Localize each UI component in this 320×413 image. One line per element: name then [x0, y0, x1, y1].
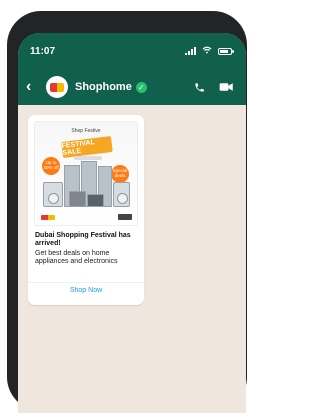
message-divider [28, 282, 144, 283]
message-bubble[interactable]: Shop Festive FESTIVAL SALE Up to 40% off… [28, 115, 144, 305]
chat-title[interactable]: Shophome [75, 81, 132, 93]
status-icons [185, 46, 234, 57]
left-offer-badge: Up to 40% off [42, 157, 60, 175]
stove-icon [87, 194, 104, 207]
phone-icon[interactable] [194, 82, 205, 93]
status-bar: 11:07 [18, 33, 246, 69]
chat-area: Shop Festive FESTIVAL SALE Up to 40% off… [18, 105, 246, 413]
avatar[interactable] [46, 76, 68, 98]
washing-machine-icon [43, 182, 63, 207]
sale-subline [74, 156, 102, 160]
chat-header: ‹ Shophome ✓ [18, 69, 246, 105]
dryer-icon [113, 182, 130, 207]
festival-sale-badge: FESTIVAL SALE [61, 136, 113, 158]
promo-banner[interactable]: Shop Festive FESTIVAL SALE Up to 40% off… [34, 121, 138, 226]
phone-screen: 11:07 ‹ Shophome ✓ Shop Festive FESTIVAL… [18, 33, 246, 413]
shophome-logo [50, 82, 64, 92]
message-title: Dubai Shopping Festival has arrived! [35, 232, 131, 247]
shop-now-button[interactable]: Shop Now [28, 285, 144, 297]
back-arrow-icon[interactable]: ‹ [26, 78, 40, 96]
status-time: 11:07 [30, 45, 56, 57]
phone-frame: 11:07 ‹ Shophome ✓ Shop Festive FESTIVAL… [7, 11, 247, 413]
verified-icon: ✓ [135, 81, 147, 93]
signal-icon [185, 47, 196, 55]
wifi-icon [202, 46, 212, 57]
oven-icon [69, 191, 86, 207]
chat-app-bar: 11:07 ‹ Shophome ✓ [18, 33, 246, 105]
brand-tag [118, 214, 132, 220]
battery-icon [218, 47, 234, 55]
video-camera-icon[interactable] [219, 82, 234, 92]
chat-actions [194, 82, 234, 93]
message-body: Get best deals on home appliances and el… [35, 250, 118, 265]
shophome-logo [41, 215, 55, 220]
banner-top-text: Shop Festive [71, 128, 101, 134]
right-offer-badge: Special deals [111, 165, 129, 183]
